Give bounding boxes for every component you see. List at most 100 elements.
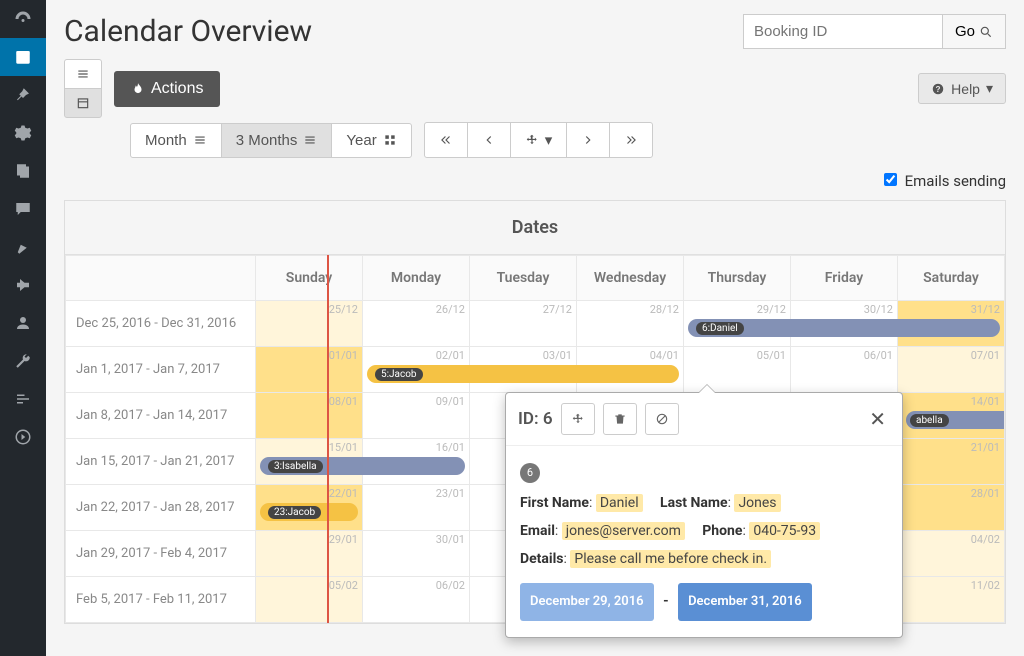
week-label: Jan 22, 2017 - Jan 28, 2017 — [66, 485, 256, 531]
day-cell[interactable]: 21/01 — [898, 439, 1005, 485]
chevron-left-icon — [482, 133, 496, 147]
day-cell[interactable]: 11/02 — [898, 577, 1005, 623]
range-year-button[interactable]: Year — [331, 123, 411, 158]
calendar-icon — [76, 96, 90, 110]
day-cell[interactable]: 27/12 — [470, 301, 577, 347]
day-header: Thursday — [684, 256, 791, 301]
day-cell[interactable]: 28/12 — [577, 301, 684, 347]
booking-id-input[interactable] — [743, 14, 943, 49]
email-value: jones@server.com — [562, 522, 685, 540]
popover-cancel-button[interactable] — [645, 403, 679, 435]
details-value: Please call me before check in. — [570, 550, 771, 568]
sidebar-item-appearance[interactable] — [0, 228, 46, 266]
move-icon — [571, 412, 585, 426]
day-cell[interactable]: 15/013:Isabella — [256, 439, 363, 485]
range-month-button[interactable]: Month — [130, 123, 222, 158]
sidebar-item-users[interactable] — [0, 304, 46, 342]
sidebar-item-plugins[interactable] — [0, 266, 46, 304]
double-chevron-right-icon — [624, 133, 638, 147]
day-cell[interactable]: 30/01 — [363, 531, 470, 577]
day-header: Wednesday — [577, 256, 684, 301]
day-cell[interactable]: 22/0123:Jacob — [256, 485, 363, 531]
week-label: Jan 29, 2017 - Feb 4, 2017 — [66, 531, 256, 577]
booking-bar[interactable]: 3:Isabella — [260, 457, 465, 475]
sidebar-item-pages[interactable] — [0, 152, 46, 190]
day-header: Saturday — [898, 256, 1005, 301]
day-cell[interactable]: 05/02 — [256, 577, 363, 623]
move-icon — [525, 133, 539, 147]
day-cell[interactable]: 06/01 — [791, 347, 898, 393]
booking-bar[interactable]: 5:Jacob — [367, 365, 679, 383]
day-cell[interactable]: 29/01 — [256, 531, 363, 577]
week-label: Jan 1, 2017 - Jan 7, 2017 — [66, 347, 256, 393]
booking-bar[interactable]: abella — [906, 411, 1004, 429]
view-calendar-button[interactable] — [64, 88, 102, 118]
day-cell[interactable]: 07/01 — [898, 347, 1005, 393]
caret-down-icon: ▾ — [986, 80, 993, 97]
view-list-button[interactable] — [64, 59, 102, 89]
booking-id-badge: 6 — [520, 463, 540, 483]
week-label: Jan 8, 2017 - Jan 14, 2017 — [66, 393, 256, 439]
popover-title: ID: 6 — [518, 409, 553, 429]
trash-icon — [613, 412, 627, 426]
nav-prev-button[interactable] — [467, 122, 511, 158]
nav-today-button[interactable]: ▾ — [510, 122, 568, 158]
sidebar-item-dashboard[interactable] — [0, 0, 46, 38]
popover-move-button[interactable] — [561, 403, 595, 435]
list-icon — [76, 67, 90, 81]
search-icon — [979, 25, 993, 39]
range-3months-button[interactable]: 3 Months — [221, 123, 333, 158]
list-icon — [303, 133, 317, 147]
dates-header: Dates — [65, 201, 1005, 255]
day-cell[interactable]: 08/01 — [256, 393, 363, 439]
sidebar-item-settings[interactable] — [0, 114, 46, 152]
emails-sending-toggle[interactable]: Emails sending — [884, 172, 1006, 190]
search-go-button[interactable]: Go — [943, 14, 1006, 49]
chevron-right-icon — [581, 133, 595, 147]
svg-text:?: ? — [936, 84, 941, 93]
popover-close-button[interactable]: ✕ — [865, 407, 890, 431]
day-cell[interactable]: 02/015:Jacob — [363, 347, 470, 393]
nav-next-button[interactable] — [566, 122, 610, 158]
sidebar-item-tools[interactable] — [0, 342, 46, 380]
help-button[interactable]: ?Help ▾ — [918, 73, 1006, 104]
help-icon: ? — [931, 82, 945, 96]
week-label: Jan 15, 2017 - Jan 21, 2017 — [66, 439, 256, 485]
day-header: Sunday — [256, 256, 363, 301]
actions-button[interactable]: Actions — [114, 71, 220, 107]
sidebar-item-sliders[interactable] — [0, 380, 46, 418]
first-name-value: Daniel — [596, 494, 643, 512]
week-label: Feb 5, 2017 - Feb 11, 2017 — [66, 577, 256, 623]
booking-bar[interactable]: 23:Jacob — [260, 503, 358, 521]
day-cell[interactable]: 28/01 — [898, 485, 1005, 531]
day-cell[interactable]: 26/12 — [363, 301, 470, 347]
day-cell[interactable]: 06/02 — [363, 577, 470, 623]
list-icon — [193, 133, 207, 147]
emails-sending-checkbox[interactable] — [884, 173, 897, 186]
day-cell[interactable]: 29/126:Daniel — [684, 301, 791, 347]
booking-bar[interactable]: 6:Daniel — [688, 319, 1000, 337]
day-header: Tuesday — [470, 256, 577, 301]
day-cell[interactable]: 01/01 — [256, 347, 363, 393]
sidebar-item-pin[interactable] — [0, 76, 46, 114]
day-cell[interactable]: 14/01abella — [898, 393, 1005, 439]
booking-popover: ID: 6 ✕ 6 First Name: Daniel Last Name: … — [505, 392, 903, 638]
day-cell[interactable]: 09/01 — [363, 393, 470, 439]
day-header: Monday — [363, 256, 470, 301]
grid-icon — [383, 133, 397, 147]
nav-first-button[interactable] — [424, 122, 468, 158]
day-cell[interactable]: 23/01 — [363, 485, 470, 531]
day-header: Friday — [791, 256, 898, 301]
today-indicator — [327, 255, 329, 623]
day-cell[interactable]: 04/02 — [898, 531, 1005, 577]
sidebar-item-calendar[interactable] — [0, 38, 46, 76]
day-cell[interactable]: 25/12 — [256, 301, 363, 347]
popover-delete-button[interactable] — [603, 403, 637, 435]
nav-last-button[interactable] — [609, 122, 653, 158]
double-chevron-left-icon — [439, 133, 453, 147]
page-title: Calendar Overview — [64, 14, 312, 49]
sidebar-item-comments[interactable] — [0, 190, 46, 228]
admin-sidebar — [0, 0, 46, 656]
last-name-value: Jones — [734, 494, 780, 512]
sidebar-item-collapse[interactable] — [0, 418, 46, 456]
